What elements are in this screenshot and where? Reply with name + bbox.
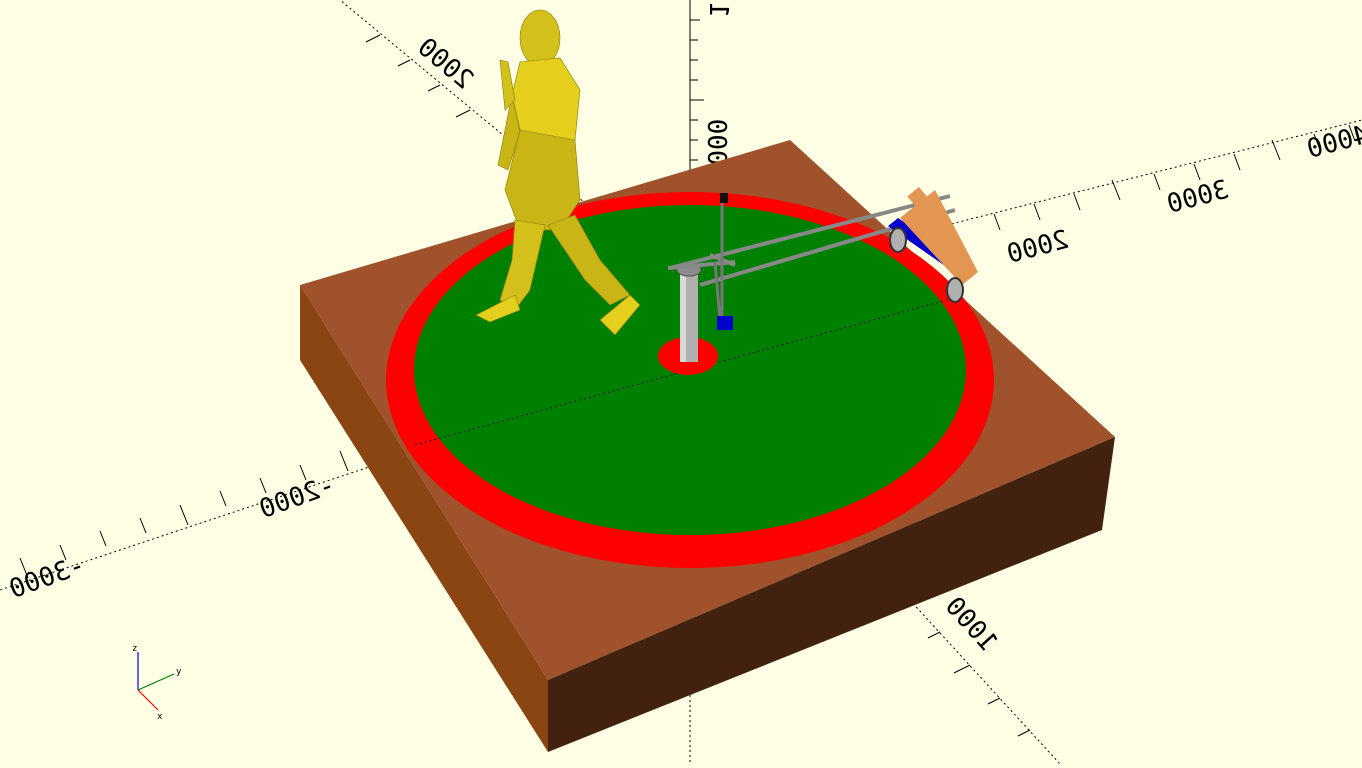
3d-viewport[interactable]: -2000 -3000 2000 3000 4000 1000 2000 100… [0, 0, 1362, 765]
arm-top-bracket [720, 193, 728, 203]
label-z-top: 1 [703, 2, 733, 18]
pivot-pole[interactable] [676, 263, 702, 362]
gizmo-x-label: x [157, 712, 163, 722]
gizmo-y-label: y [176, 667, 182, 677]
arm-foot-block [717, 316, 733, 330]
scene-canvas: -2000 -3000 2000 3000 4000 1000 2000 100… [0, 0, 1362, 765]
gizmo-z-label: z [132, 644, 137, 654]
